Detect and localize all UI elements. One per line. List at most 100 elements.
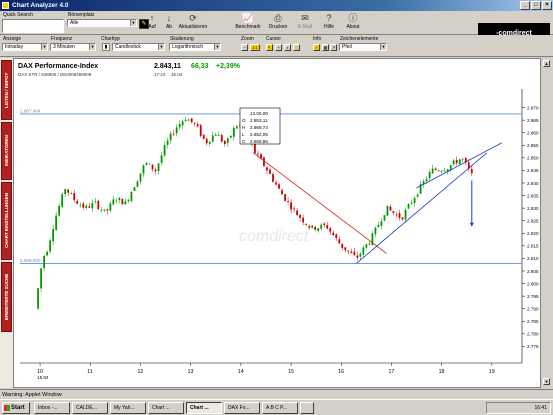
ab-button[interactable]: ↓ Ab (162, 12, 176, 34)
taskbar-item[interactable]: CALDE... (72, 402, 108, 414)
x-tick-label: 15 (288, 369, 294, 375)
benchmark-button[interactable]: 📈 Benchmark (232, 12, 264, 34)
start-button[interactable]: Start (2, 402, 30, 414)
table-icon[interactable]: ▦ (322, 44, 329, 51)
candle-body (470, 168, 473, 174)
y-tick-label: 2.825 (527, 219, 539, 224)
candle-body (314, 226, 317, 230)
candle-body (395, 214, 398, 216)
candle-body (217, 135, 220, 136)
candle-body (88, 206, 91, 208)
candle-body (398, 213, 401, 219)
y-tick-label: 2.865 (527, 118, 539, 123)
candle-body (350, 251, 353, 254)
main-toolbar: Quick Search Börsenplatz Alle ▼ ✎ ↑ Auf ↓ A… (0, 11, 553, 44)
sidebar-tab-chart-einstellungen[interactable]: CHART EINSTELLUNGEN (1, 182, 12, 260)
quick-search-input[interactable] (2, 19, 64, 33)
candle-body (440, 170, 443, 172)
toolbar-button-label: Auf (148, 24, 156, 30)
about-button[interactable]: ⓘ About (342, 12, 364, 34)
candle-body (320, 224, 323, 229)
candle-body (121, 198, 124, 205)
candle-body (214, 134, 217, 136)
candle-body (428, 171, 431, 179)
aktualisieren-button[interactable]: ⟳ Aktualisieren (178, 12, 208, 34)
charttyp-select[interactable]: Candlestick ▼ (112, 43, 165, 51)
refresh-icon: ⟳ (189, 13, 197, 23)
skalierung-value: Logarithmisch (172, 44, 204, 50)
x-tick-label: 14 (238, 369, 244, 375)
candle-body (142, 165, 145, 174)
candle-body (109, 203, 112, 211)
e-mail-button[interactable]: ✉ E-Mail (294, 12, 316, 34)
arrow-head (469, 222, 474, 227)
taskbar-item[interactable]: Inbox -... (34, 402, 70, 414)
anzeige-select[interactable]: Intraday ▼ (2, 43, 48, 51)
candle-body (377, 224, 380, 228)
instrument-change: 66,33 (191, 63, 209, 70)
zoom-reset-button[interactable]: 1:1 (250, 44, 260, 51)
arrow-down-icon: ↓ (166, 13, 172, 23)
minimize-button[interactable]: _ (520, 1, 530, 10)
draw-icon[interactable]: ↗ (330, 44, 337, 51)
candle-body (383, 215, 386, 221)
chevron-down-icon: ▼ (380, 44, 386, 50)
toolbar-button-label: E-Mail (297, 24, 313, 30)
ohlc-h-label: H (242, 125, 245, 130)
candle-body (112, 199, 115, 205)
exchange-select[interactable]: Alle ▼ (67, 19, 137, 27)
taskbar-item[interactable]: A B C P... (262, 402, 298, 414)
exchange-label: Börsenplatz (68, 12, 95, 18)
candle-body (40, 268, 42, 289)
hand-icon[interactable]: ✋ (293, 44, 300, 51)
chevron-down-icon: ▼ (214, 44, 220, 50)
candle-body (226, 138, 229, 143)
candle-body (106, 209, 109, 211)
candlestick-icon: ▮ (102, 43, 110, 51)
candle-body (73, 192, 76, 200)
candle-body (100, 209, 103, 211)
sidebar-tab-listen-depot[interactable]: LISTEN / DEPOT (1, 60, 12, 120)
candle-body (359, 253, 362, 257)
pointer-icon[interactable]: ↖ (266, 44, 273, 51)
charttyp-label: Charttyp (101, 36, 120, 42)
scroll-up-icon[interactable]: ▲ (543, 60, 550, 67)
candlestick-chart[interactable]: DAX Performance-Index 2.843,11 66,33 +2,… (14, 59, 540, 387)
crosshair-icon[interactable]: + (275, 44, 282, 51)
frequenz-select[interactable]: 3 Minuten ▼ (50, 43, 96, 51)
maximize-button[interactable]: □ (531, 1, 541, 10)
y-tick-label: 2.800 (527, 281, 539, 286)
drucken-button[interactable]: ⎙ Drucken (264, 12, 292, 34)
toolbar-button-label: Ab (165, 24, 173, 30)
zeichen-select[interactable]: Pfeil ▼ (339, 43, 387, 51)
taskbar-item[interactable] (300, 402, 314, 414)
zoom-out-icon[interactable]: − (241, 44, 248, 51)
candle-body (293, 208, 295, 210)
close-button[interactable]: × (542, 1, 552, 10)
candle-body (223, 140, 226, 145)
y-tick-label: 2.775 (527, 344, 539, 349)
hilfe-button[interactable]: ? Hilfe (319, 12, 339, 34)
candle-body (202, 134, 205, 139)
candle-body (70, 193, 73, 195)
taskbar-item[interactable]: Chart ... (148, 402, 184, 414)
info-icon[interactable]: i (313, 44, 320, 51)
skalierung-select[interactable]: Logarithmisch ▼ (169, 43, 221, 51)
candle-body (452, 160, 455, 165)
chart-panel[interactable]: DAX Performance-Index 2.843,11 66,33 +2,… (13, 58, 541, 388)
taskbar-item[interactable]: Chart ... (186, 402, 222, 414)
taskbar-item[interactable]: DAX Fo... (224, 402, 260, 414)
candle-body (82, 203, 85, 208)
settings-bar: Anzeige Intraday ▼ Frequenz 3 Minuten ▼ Ch… (0, 35, 553, 57)
anzeige-value: Intraday (5, 44, 24, 50)
candle-body (317, 228, 320, 231)
candle-body (94, 200, 97, 202)
candle-body (124, 201, 127, 205)
taskbar-item[interactable]: My Yah... (110, 402, 146, 414)
scroll-down-icon[interactable]: ▼ (543, 378, 550, 385)
candle-body (290, 202, 292, 210)
auf-button[interactable]: ↑ Auf (145, 12, 159, 34)
sidebar-tab-erweiterte-suche[interactable]: ERWEITERTE SUCHE (1, 262, 12, 332)
sidebar-tab-indikatoren[interactable]: INDIKATOREN (1, 122, 12, 180)
magnifier-icon[interactable]: ⌕ (284, 44, 291, 51)
